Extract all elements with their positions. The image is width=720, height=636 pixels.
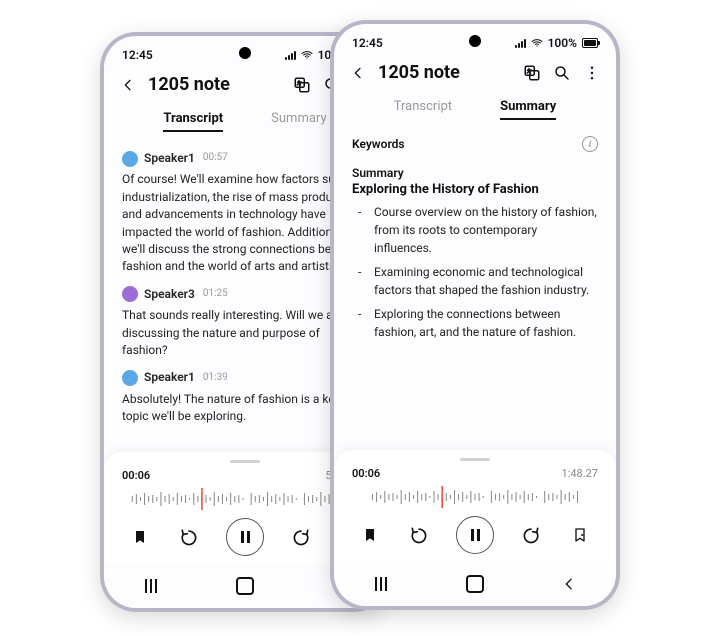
playback-duration: 1:48.27: [562, 467, 598, 480]
rewind-button[interactable]: [177, 525, 201, 549]
speaker-name: Speaker3: [144, 286, 195, 303]
list-item: Examining economic and technological fac…: [364, 263, 598, 305]
forward-button[interactable]: [519, 523, 543, 547]
audio-player: 00:06 1:48.27: [334, 450, 616, 562]
search-button[interactable]: [552, 63, 572, 83]
wifi-icon: [531, 37, 543, 49]
nav-back-button[interactable]: [556, 571, 582, 597]
wifi-icon: [301, 49, 313, 61]
nav-home-button[interactable]: [462, 571, 488, 597]
list-item: Exploring the connections between fashio…: [364, 305, 598, 347]
phone-camera: [469, 35, 481, 47]
signal-icon: [515, 39, 526, 48]
page-title: 1205 note: [148, 74, 282, 95]
phone-summary: 12:45 100% 1205 note Transcript Summary …: [330, 20, 620, 610]
drag-handle[interactable]: [460, 458, 490, 461]
tab-summary[interactable]: Summary: [271, 107, 326, 132]
back-button[interactable]: [348, 63, 368, 83]
waveform[interactable]: [352, 484, 598, 510]
playback-position: 00:06: [352, 467, 380, 480]
speaker-name: Speaker1: [144, 369, 195, 386]
drag-handle[interactable]: [230, 460, 260, 463]
system-nav-bar: [334, 562, 616, 606]
keywords-row: Keywords i: [334, 128, 616, 156]
list-item: Course overview on the history of fashio…: [364, 203, 598, 263]
keywords-label: Keywords: [352, 137, 405, 151]
translate-button[interactable]: [292, 75, 312, 95]
rewind-button[interactable]: [407, 523, 431, 547]
translate-button[interactable]: [522, 63, 542, 83]
summary-label: Summary: [334, 156, 616, 182]
pause-button[interactable]: [456, 516, 494, 554]
bookmark-button[interactable]: [358, 523, 382, 547]
page-title: 1205 note: [378, 62, 512, 83]
tabs: Transcript Summary: [334, 91, 616, 128]
avatar-icon: [122, 370, 138, 386]
tab-summary[interactable]: Summary: [500, 95, 556, 120]
info-icon[interactable]: i: [582, 136, 598, 152]
pause-button[interactable]: [226, 518, 264, 556]
battery-icon: [582, 38, 598, 48]
nav-home-button[interactable]: [232, 573, 258, 599]
bookmark-button[interactable]: [128, 525, 152, 549]
phone-camera: [239, 47, 251, 59]
more-button[interactable]: [582, 63, 602, 83]
tab-transcript[interactable]: Transcript: [163, 107, 223, 132]
speaker-time: 01:39: [203, 371, 228, 386]
status-time: 12:45: [352, 36, 383, 50]
playback-position: 00:06: [122, 469, 150, 482]
forward-button[interactable]: [289, 525, 313, 549]
speaker-time: 01:25: [203, 287, 228, 302]
battery-pct: 100%: [548, 36, 577, 50]
summary-bullets: Course overview on the history of fashio…: [334, 203, 616, 347]
speaker-time: 00:57: [203, 151, 228, 166]
nav-recents-button[interactable]: [368, 571, 394, 597]
nav-recents-button[interactable]: [138, 573, 164, 599]
summary-title: Exploring the History of Fashion: [334, 182, 616, 203]
status-time: 12:45: [122, 48, 153, 62]
avatar-icon: [122, 151, 138, 167]
title-bar: 1205 note: [334, 50, 616, 91]
speaker-name: Speaker1: [144, 150, 195, 167]
forward-bookmark-button[interactable]: [568, 523, 592, 547]
avatar-icon: [122, 286, 138, 302]
tab-transcript[interactable]: Transcript: [394, 95, 452, 120]
back-button[interactable]: [118, 75, 138, 95]
signal-icon: [285, 51, 296, 60]
